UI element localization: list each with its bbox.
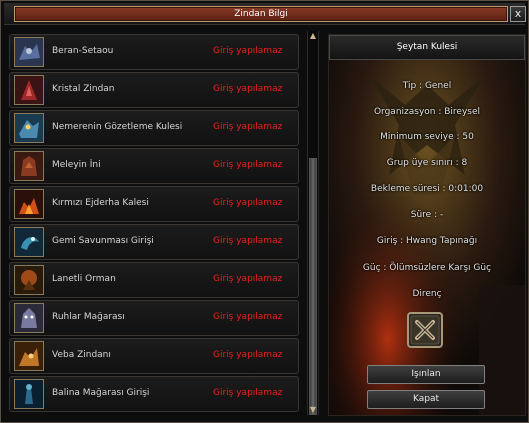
status-label: Giriş yapılamaz [213, 388, 283, 398]
scrollbar-thumb[interactable] [309, 158, 317, 415]
status-label: Giriş yapılamaz [213, 312, 283, 322]
dungeon-title: Şeytan Kulesi [329, 35, 525, 60]
info-duration: Süre : - [410, 210, 444, 220]
info-organization: Organizasyon : Bireysel [373, 107, 481, 117]
status-label: Giriş yapılamaz [213, 236, 283, 246]
window-title: Zindan Bilgi [14, 6, 508, 22]
dungeon-name: Beran-Setaou [52, 46, 114, 56]
list-scrollbar[interactable]: ▲ ▼ [307, 31, 319, 415]
red-dragon-icon [14, 189, 44, 219]
titlebar[interactable]: Zindan Bilgi x [4, 3, 526, 25]
info-resistance: Direnç [412, 289, 442, 299]
dungeon-name: Balina Mağarası Girişi [52, 388, 150, 398]
status-label: Giriş yapılamaz [213, 350, 283, 360]
dungeon-detail-panel: Şeytan Kulesi Tip : Genel Organizasyon :… [328, 34, 526, 416]
teleport-button[interactable]: Işınlan [367, 365, 485, 384]
dungeon-row-ship-defense[interactable]: Gemi Savunması Girişi Giriş yapılamaz [9, 224, 299, 260]
dungeon-row-meley[interactable]: Meleyin İni Giriş yapılamaz [9, 148, 299, 184]
kristal-zindan-icon [14, 75, 44, 105]
dungeon-name: Ruhlar Mağarası [52, 312, 125, 322]
status-label: Giriş yapılamaz [213, 274, 283, 284]
scroll-up-icon[interactable]: ▲ [308, 31, 318, 41]
dungeon-row-nemere[interactable]: Nemerenin Gözetleme Kulesi Giriş yapılam… [9, 110, 299, 146]
resistance-cross-icon [407, 312, 443, 348]
dungeon-info-window: Zindan Bilgi x Beran-Setaou Giriş yapıla… [0, 0, 529, 423]
info-entrance: Giriş : Hwang Tapınağı [376, 236, 478, 246]
plague-dungeon-icon [14, 341, 44, 371]
dungeon-list: Beran-Setaou Giriş yapılamaz Kristal Zin… [9, 34, 299, 414]
close-button[interactable]: Kapat [367, 390, 485, 409]
status-label: Giriş yapılamaz [213, 84, 283, 94]
status-label: Giriş yapılamaz [213, 198, 283, 208]
nemere-icon [14, 113, 44, 143]
dungeon-row-cursed-forest[interactable]: Lanetli Orman Giriş yapılamaz [9, 262, 299, 298]
meley-icon [14, 151, 44, 181]
status-label: Giriş yapılamaz [213, 160, 283, 170]
dungeon-row-kristal-zindan[interactable]: Kristal Zindan Giriş yapılamaz [9, 72, 299, 108]
dungeon-name: Nemerenin Gözetleme Kulesi [52, 122, 183, 132]
dungeon-row-spirit-cave[interactable]: Ruhlar Mağarası Giriş yapılamaz [9, 300, 299, 336]
dungeon-row-whale-cave[interactable]: Balina Mağarası Girişi Giriş yapılamaz [9, 376, 299, 412]
scroll-down-icon[interactable]: ▼ [308, 405, 318, 415]
ship-defense-icon [14, 227, 44, 257]
spirit-cave-icon [14, 303, 44, 333]
dungeon-row-plague-dungeon[interactable]: Veba Zindanı Giriş yapılamaz [9, 338, 299, 374]
dungeon-row-red-dragon[interactable]: Kırmızı Ejderha Kalesi Giriş yapılamaz [9, 186, 299, 222]
cursed-forest-icon [14, 265, 44, 295]
dungeon-name: Meleyin İni [52, 160, 101, 170]
info-min-level: Minimum seviye : 50 [380, 132, 474, 142]
dungeon-name: Kırmızı Ejderha Kalesi [52, 198, 149, 208]
info-type: Tip : Genel [402, 81, 452, 91]
beran-setaou-icon [14, 37, 44, 67]
info-power: Güç : Ölümsüzlere Karşı Güç [362, 263, 492, 273]
dungeon-name: Veba Zindanı [52, 350, 111, 360]
info-group-limit: Grup üye sınırı : 8 [386, 158, 468, 168]
dungeon-name: Gemi Savunması Girişi [52, 236, 154, 246]
info-cooldown: Bekleme süresi : 0:01:00 [370, 184, 484, 194]
dungeon-row-beran-setaou[interactable]: Beran-Setaou Giriş yapılamaz [9, 34, 299, 70]
dungeon-background-image [329, 35, 525, 415]
dungeon-name: Kristal Zindan [52, 84, 115, 94]
close-icon[interactable]: x [510, 6, 526, 22]
status-label: Giriş yapılamaz [213, 46, 283, 56]
dungeon-name: Lanetli Orman [52, 274, 116, 284]
whale-cave-icon [14, 379, 44, 409]
status-label: Giriş yapılamaz [213, 122, 283, 132]
